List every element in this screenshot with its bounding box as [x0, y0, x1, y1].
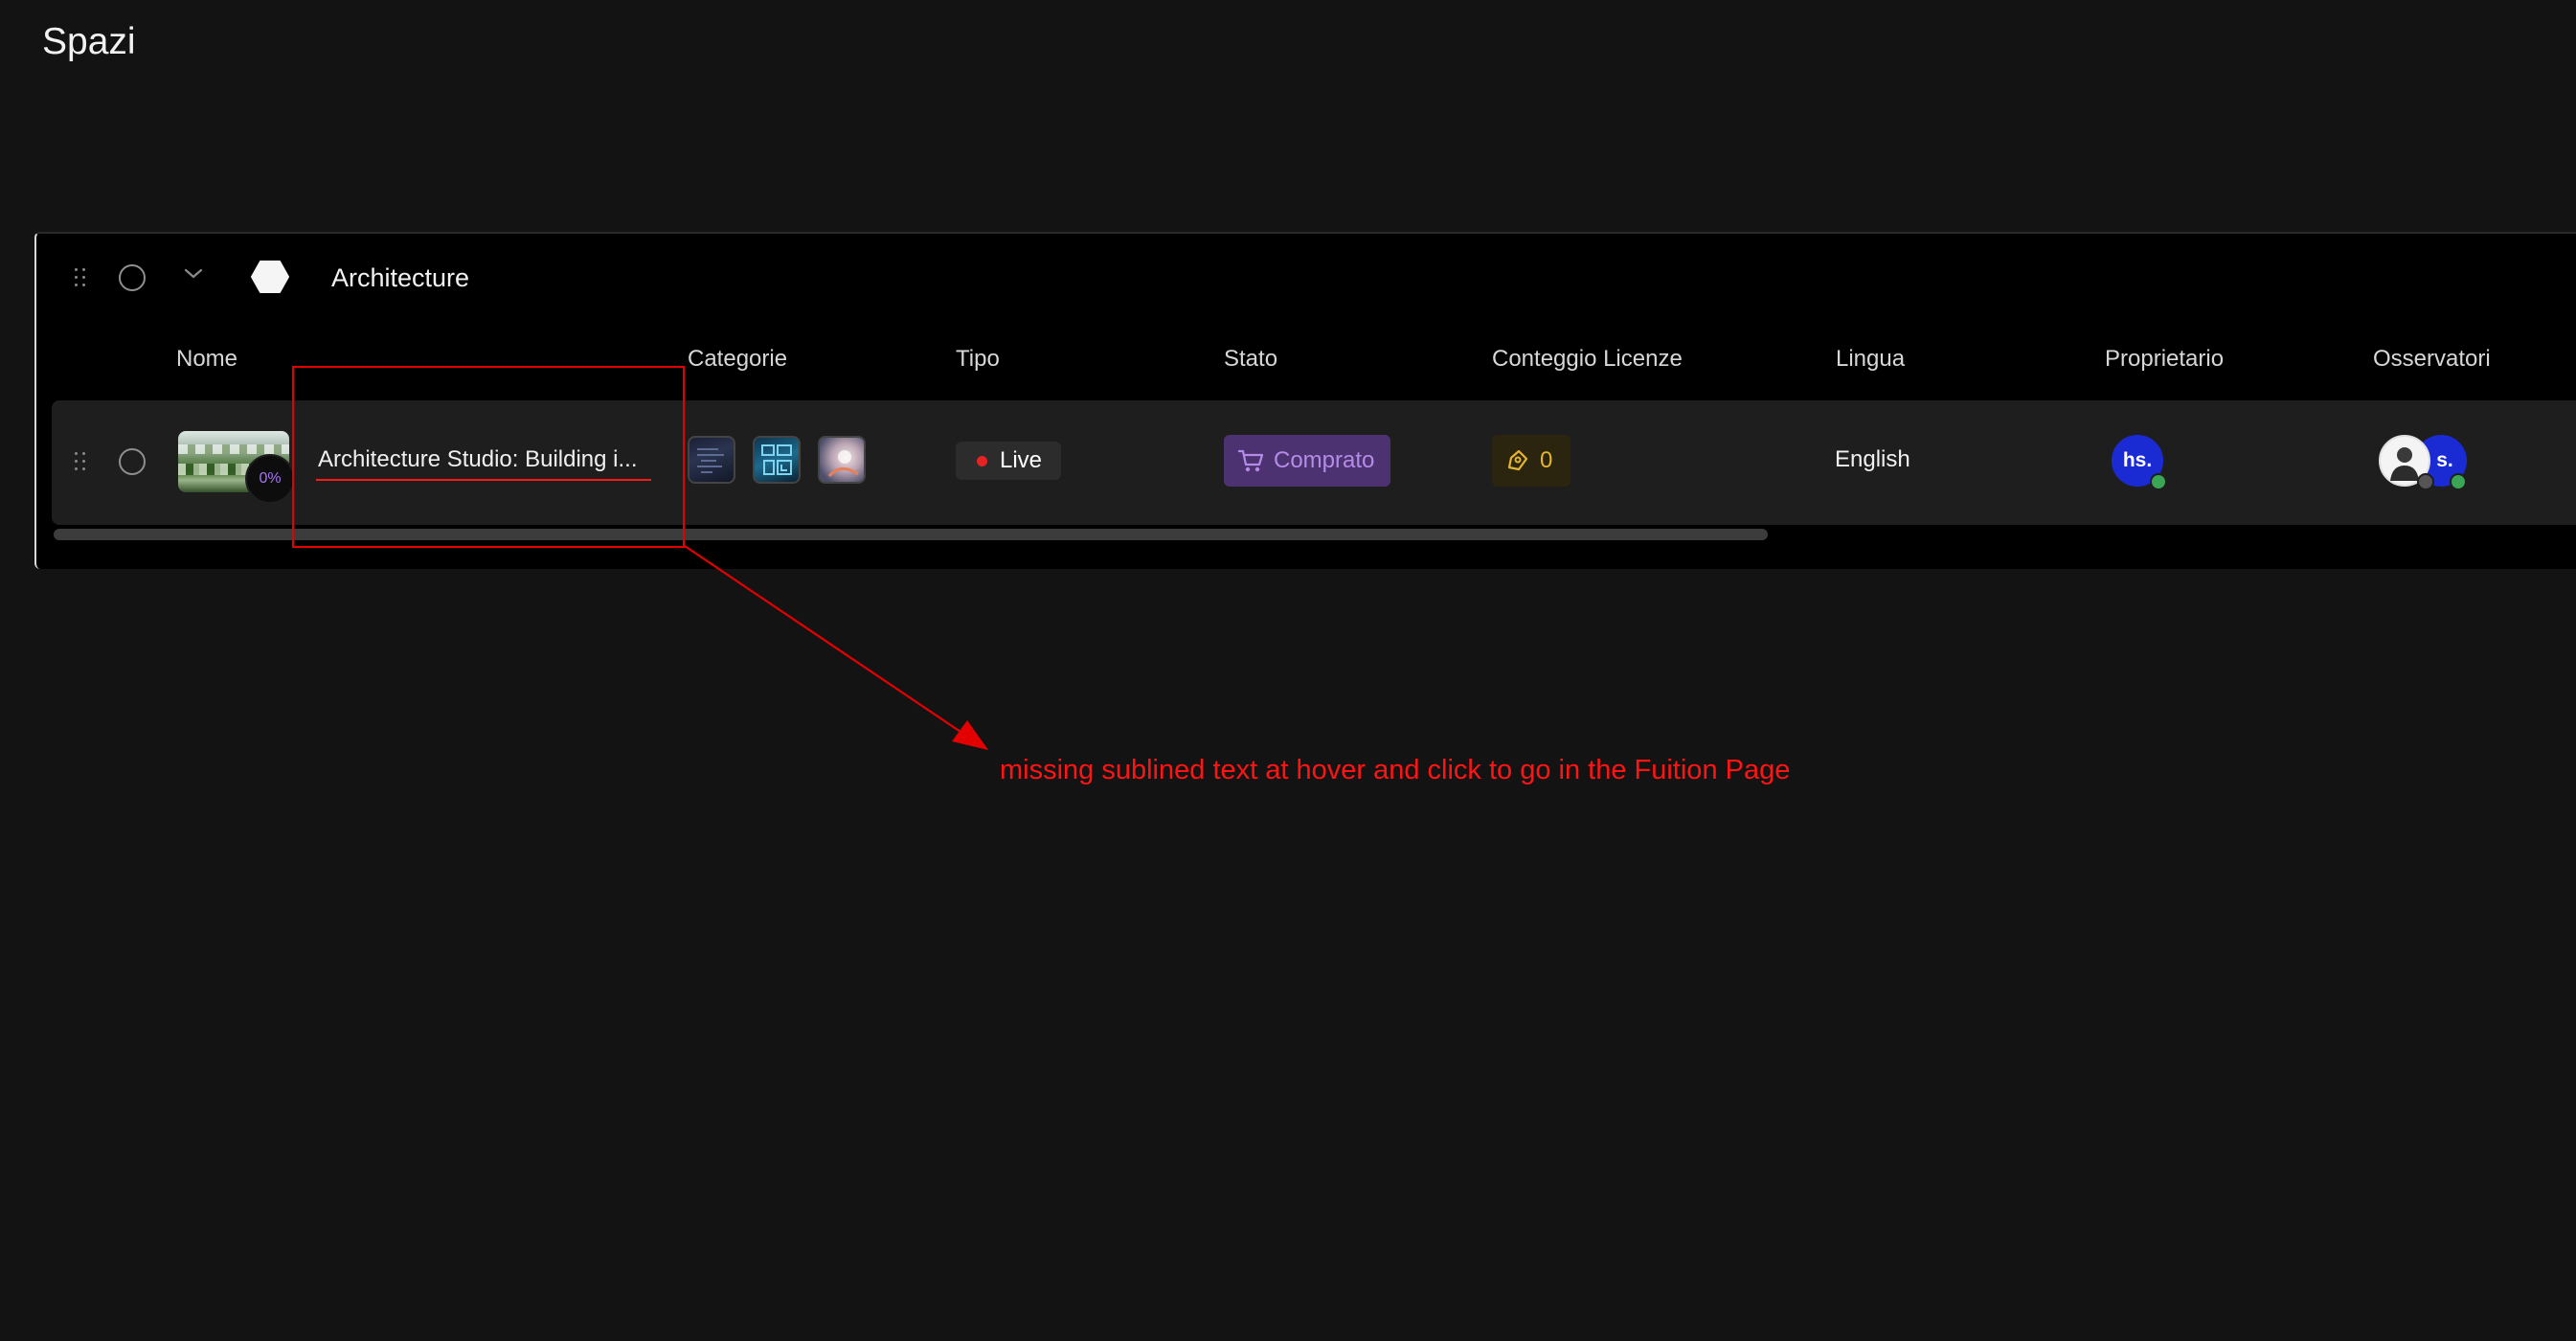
annotation-arrow-icon [684, 545, 988, 750]
annotation-text: missing sublined text at hover and click… [1000, 755, 1791, 785]
